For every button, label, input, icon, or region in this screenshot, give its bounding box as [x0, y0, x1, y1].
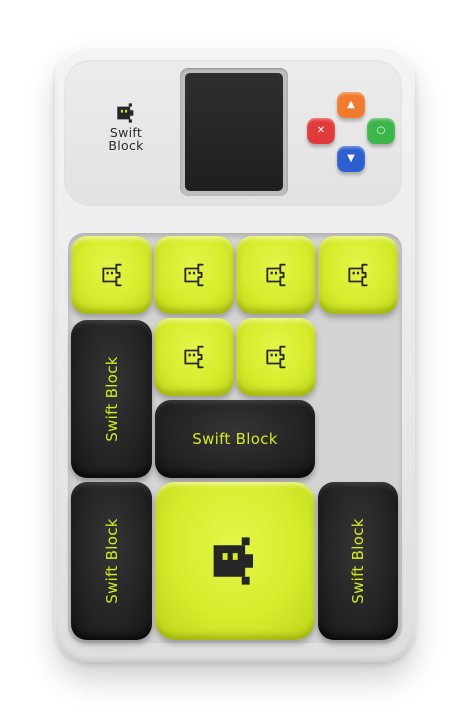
vertical-block-left-bottom[interactable]: Swift Block — [71, 482, 152, 640]
small-block-6[interactable] — [236, 318, 316, 396]
brand-logo: Swift Block — [94, 102, 158, 166]
dpad-up-button[interactable]: ▲ — [337, 92, 365, 118]
dpad-down-button[interactable]: ▼ — [337, 146, 365, 172]
robot-icon — [263, 262, 289, 288]
robot-head-icon — [115, 102, 137, 124]
small-block-2[interactable] — [154, 236, 234, 314]
close-x-icon: ✕ — [316, 125, 326, 136]
robot-icon — [99, 262, 125, 288]
big-target-block[interactable] — [155, 482, 315, 640]
vertical-block-left-top[interactable]: Swift Block — [71, 320, 152, 478]
robot-icon — [181, 262, 207, 288]
small-block-1[interactable] — [71, 236, 152, 314]
robot-head-icon — [208, 534, 262, 588]
robot-icon — [181, 344, 207, 370]
game-screen — [180, 68, 288, 196]
robot-icon — [345, 262, 371, 288]
small-block-3[interactable] — [236, 236, 316, 314]
block-label: Swift Block — [102, 518, 121, 604]
small-block-4[interactable] — [318, 236, 398, 314]
screen-display — [185, 73, 283, 191]
block-label: Swift Block — [192, 430, 278, 448]
circle-icon: ○ — [376, 125, 386, 136]
horizontal-block-middle[interactable]: Swift Block — [155, 400, 315, 478]
dpad-left-button[interactable]: ✕ — [307, 118, 335, 144]
vertical-block-right-bottom[interactable]: Swift Block — [318, 482, 398, 640]
dpad-right-button[interactable]: ○ — [367, 118, 395, 144]
triangle-up-icon: ▲ — [347, 99, 355, 110]
small-block-5[interactable] — [154, 318, 234, 396]
brand-line2: Block — [108, 138, 144, 153]
robot-icon — [263, 344, 289, 370]
block-label: Swift Block — [349, 518, 367, 604]
block-label: Swift Block — [102, 356, 121, 442]
triangle-down-icon: ▼ — [347, 153, 355, 164]
